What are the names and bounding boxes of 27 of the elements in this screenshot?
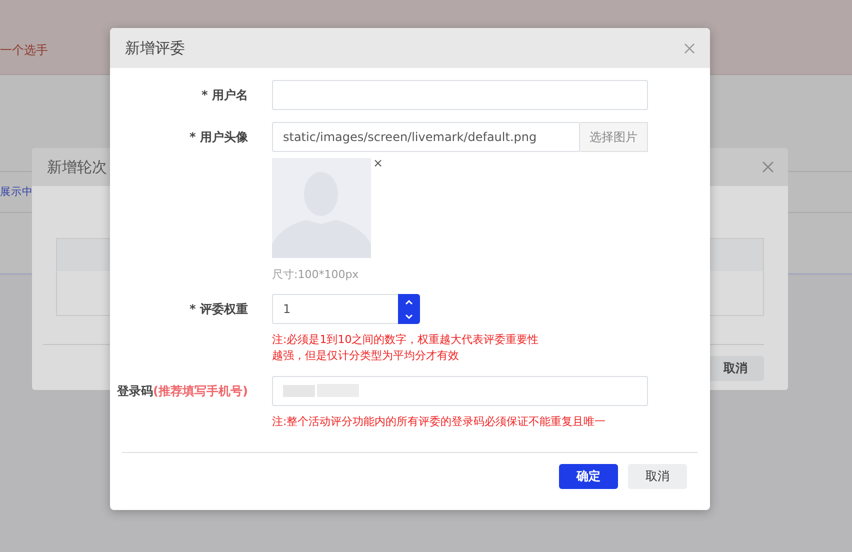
field-label: 登录码 [117,383,154,400]
confirm-button[interactable]: 确定 [559,464,618,489]
weight-field[interactable]: 1 [272,294,420,324]
dialog-title: 新增评委 [125,38,185,58]
status-text: 展示中 [0,185,33,199]
banner-text: 一个选手 [0,42,48,59]
size-caption: 尺寸:100*100px [272,267,359,282]
login-code-field[interactable] [272,376,648,406]
dialog-title: 新增轮次 [47,158,107,176]
field-hint: (推荐填写手机号) [153,383,248,400]
field-label: * 用户头像 [190,129,248,146]
cancel-button[interactable]: 取消 [628,464,687,489]
note-text: 越强，但是仅计分类型为平均分才有效 [272,348,460,364]
up-icon[interactable] [405,298,413,304]
field-label: * 评委权重 [190,301,248,318]
field-label: * 用户名 [202,87,248,104]
cancel-button[interactable]: 取消 [707,356,764,381]
remove-image-button[interactable]: × [373,158,384,168]
image-path-field[interactable]: static/images/screen/livemark/default.png [272,122,580,152]
spinner-control[interactable] [398,294,420,324]
close-icon[interactable] [684,42,695,54]
note-text: 注:整个活动评分功能内的所有评委的登录码必须保证不能重复且唯一 [272,414,606,430]
username-field[interactable] [272,80,648,110]
note-text: 注:必须是1到10之间的数字，权重越大代表评委重要性 [272,332,539,348]
down-icon[interactable] [405,314,413,320]
close-icon[interactable] [762,161,774,173]
avatar-placeholder-icon [272,158,371,258]
